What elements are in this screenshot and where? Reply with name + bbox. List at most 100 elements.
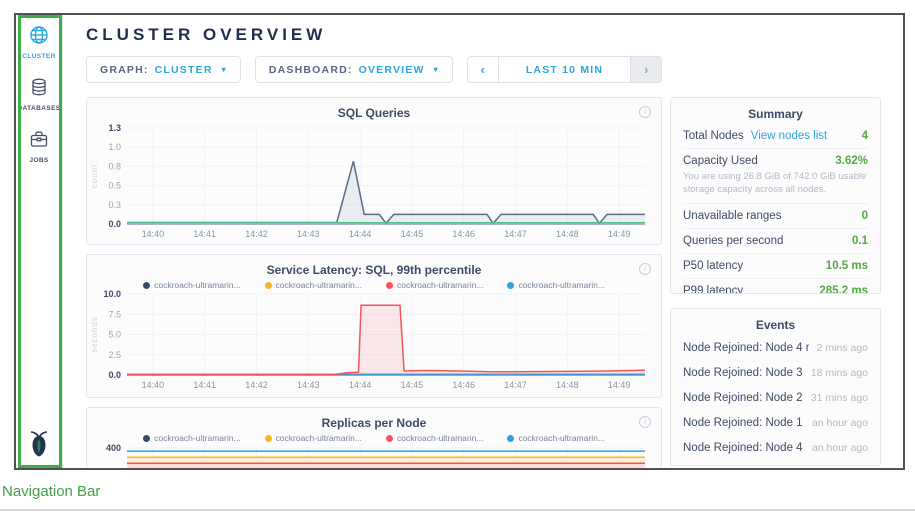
summary-value: 0	[862, 210, 868, 222]
summary-row-capacity-used: Capacity Used 3.62% You are using 26.8 G…	[683, 149, 868, 204]
time-window-next-button[interactable]: ›	[631, 57, 661, 82]
info-icon[interactable]: i	[639, 263, 651, 275]
time-window-label[interactable]: LAST 10 MIN	[498, 57, 631, 82]
event-row: Node Rejoined: Node 4 rej... 2 mins ago	[683, 335, 868, 360]
summary-label: P99 latency	[683, 285, 743, 294]
legend-dot	[143, 435, 150, 442]
summary-row-queries-per-second: Queries per second 0.1	[683, 229, 868, 254]
svg-text:14:49: 14:49	[608, 229, 631, 239]
bottom-divider	[0, 509, 915, 511]
svg-text:1.0: 1.0	[108, 142, 121, 152]
event-time: 31 mins ago	[803, 392, 868, 404]
event-row: Node Rejoined: Node 1 rej... an hour ago	[683, 410, 868, 435]
chevron-down-icon: ▾	[222, 65, 227, 74]
legend-item: cockroach-ultramarin...	[386, 280, 483, 290]
svg-text:14:41: 14:41	[193, 229, 216, 239]
summary-label: Capacity Used	[683, 155, 758, 167]
sidebar-item-jobs[interactable]: JOBS	[29, 129, 49, 164]
event-time: 2 mins ago	[809, 342, 868, 354]
event-row: Node Rejoined: Node 4 rej... an hour ago	[683, 435, 868, 460]
globe-icon	[29, 32, 49, 49]
replicas-per-node-chart-panel: Replicas per Node i cockroach-ultramarin…	[86, 407, 662, 470]
sidebar-item-label: JOBS	[29, 157, 49, 164]
svg-text:count: count	[90, 164, 99, 189]
svg-text:14:47: 14:47	[504, 380, 527, 390]
dashboard-dropdown[interactable]: DASHBOARD: OVERVIEW ▾	[255, 56, 453, 83]
dashboard-dropdown-label: DASHBOARD:	[269, 64, 353, 76]
summary-value: 10.5 ms	[826, 260, 868, 272]
summary-row-unavailable-ranges: Unavailable ranges 0	[683, 204, 868, 229]
graph-dropdown-label: GRAPH:	[100, 64, 149, 76]
legend-item: cockroach-ultramarin...	[507, 280, 604, 290]
cockroachdb-logo[interactable]	[27, 431, 51, 462]
svg-text:0.0: 0.0	[108, 219, 121, 229]
sidebar-item-cluster[interactable]: CLUSTER	[22, 25, 56, 60]
svg-text:2.5: 2.5	[108, 350, 121, 360]
svg-text:14:43: 14:43	[297, 229, 320, 239]
legend-dot	[507, 435, 514, 442]
svg-text:14:49: 14:49	[608, 380, 631, 390]
legend-item: cockroach-ultramarin...	[265, 433, 362, 443]
event-message: Node Rejoined: Node 4 rej...	[683, 442, 804, 454]
legend-dot	[386, 435, 393, 442]
screenshot-canvas: CLUSTER DATABASES	[0, 0, 915, 517]
info-icon[interactable]: i	[639, 106, 651, 118]
svg-text:14:44: 14:44	[349, 380, 372, 390]
sidebar: CLUSTER DATABASES	[16, 15, 63, 468]
summary-row-p50-latency: P50 latency 10.5 ms	[683, 254, 868, 279]
capacity-note: You are using 26.8 GiB of 742.0 GiB usab…	[683, 170, 868, 197]
svg-text:0.5: 0.5	[108, 181, 121, 191]
navigation-bar-annotation: Navigation Bar	[2, 483, 100, 500]
legend-item: cockroach-ultramarin...	[143, 433, 240, 443]
svg-text:14:46: 14:46	[452, 229, 475, 239]
svg-text:1.3: 1.3	[108, 123, 121, 133]
summary-label: Unavailable ranges	[683, 210, 781, 222]
event-time: an hour ago	[804, 442, 868, 454]
legend-item: cockroach-ultramarin...	[386, 433, 483, 443]
info-icon[interactable]: i	[639, 416, 651, 428]
svg-text:14:42: 14:42	[245, 380, 268, 390]
event-message: Node Rejoined: Node 3 rej...	[683, 367, 803, 379]
legend-dot	[265, 435, 272, 442]
sidebar-item-label: DATABASES	[17, 105, 60, 112]
summary-row-total-nodes: Total Nodes View nodes list 4	[683, 124, 868, 149]
replicas-per-node-chart: 14:4014:4114:4214:4314:4414:4514:4614:47…	[87, 443, 659, 470]
events-title: Events	[683, 309, 868, 335]
legend-dot	[386, 282, 393, 289]
legend-item: cockroach-ultramarin...	[507, 433, 604, 443]
svg-text:10.0: 10.0	[103, 290, 121, 299]
time-window-selector: ‹ LAST 10 MIN ›	[467, 56, 662, 83]
legend-dot	[265, 282, 272, 289]
service-latency-chart-panel: Service Latency: SQL, 99th percentile i …	[86, 254, 662, 398]
view-nodes-list-link[interactable]: View nodes list	[751, 130, 828, 142]
dashboard-content: SQL Queries i 14:4014:4114:4214:4314:441…	[86, 97, 903, 470]
chart-title: SQL Queries	[87, 98, 661, 120]
event-time: an hour ago	[804, 417, 868, 429]
svg-text:0.8: 0.8	[108, 161, 121, 171]
summary-value: 285.2 ms	[819, 285, 868, 294]
event-time: 18 mins ago	[803, 367, 868, 379]
charts-column: SQL Queries i 14:4014:4114:4214:4314:441…	[86, 97, 662, 470]
legend-item: cockroach-ultramarin...	[143, 280, 240, 290]
chart-legend: cockroach-ultramarin... cockroach-ultram…	[87, 433, 661, 443]
time-window-prev-button[interactable]: ‹	[468, 57, 498, 82]
svg-text:5.0: 5.0	[108, 330, 121, 340]
legend-dot	[507, 282, 514, 289]
summary-panel: Summary Total Nodes View nodes list 4 Ca…	[670, 97, 881, 294]
svg-text:14:42: 14:42	[245, 229, 268, 239]
sql-queries-chart: 14:4014:4114:4214:4314:4414:4514:4614:47…	[87, 120, 659, 242]
briefcase-icon	[29, 136, 49, 153]
svg-text:14:45: 14:45	[401, 229, 424, 239]
svg-text:14:46: 14:46	[452, 380, 475, 390]
legend-dot	[143, 282, 150, 289]
svg-text:14:43: 14:43	[297, 380, 320, 390]
summary-label: Total Nodes	[683, 130, 744, 142]
svg-text:14:48: 14:48	[556, 380, 579, 390]
svg-text:14:48: 14:48	[556, 229, 579, 239]
chevron-down-icon: ▾	[434, 65, 439, 74]
sidebar-item-databases[interactable]: DATABASES	[17, 77, 60, 112]
graph-dropdown[interactable]: GRAPH: CLUSTER ▾	[86, 56, 241, 83]
svg-text:14:40: 14:40	[142, 380, 165, 390]
sidebar-item-label: CLUSTER	[22, 53, 56, 60]
event-message: Node Rejoined: Node 2 rej...	[683, 392, 803, 404]
